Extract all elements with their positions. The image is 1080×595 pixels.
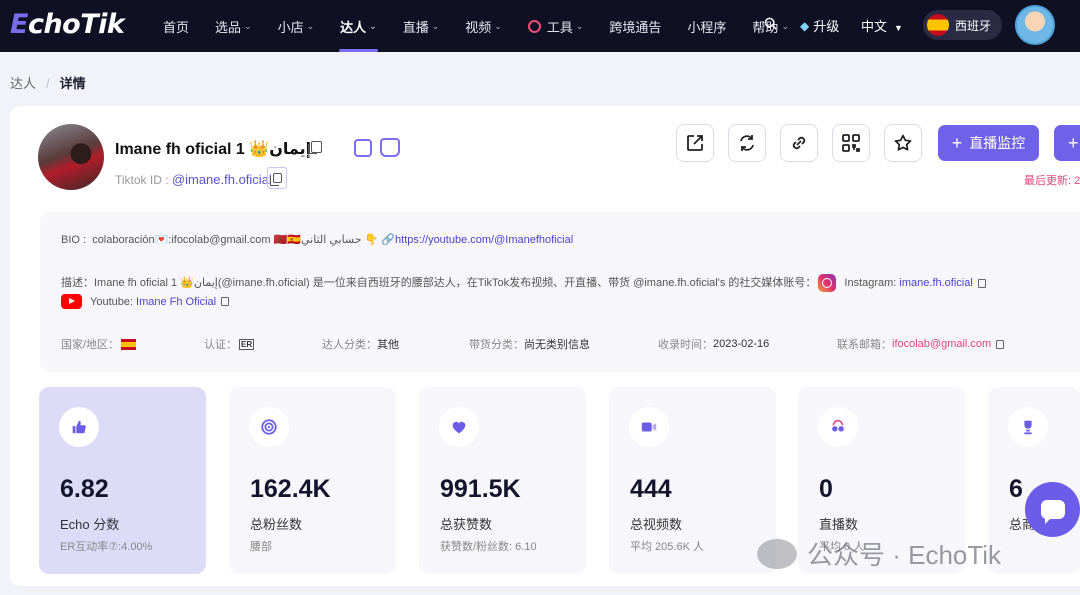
meta-cert: 认证： ER (204, 338, 255, 351)
nav-item-8[interactable]: 小程序 (674, 0, 739, 52)
chevron-down-icon: ⌄ (306, 20, 315, 31)
chat-bubble-icon (1040, 500, 1065, 524)
instagram-link[interactable]: imane.fh.oficial (899, 277, 972, 289)
stat-card-echo-score[interactable]: 6.82 Echo 分数 ER互动率⑦:4.00% (39, 387, 206, 574)
link-icon (792, 136, 806, 150)
nav-item-0[interactable]: 首页 (150, 0, 202, 52)
nav-item-6[interactable]: 工具 ⌄ (515, 0, 597, 52)
nav-item-1[interactable]: 选品 ⌄ (202, 0, 265, 52)
qrcode-icon (842, 134, 860, 152)
youtube-link[interactable]: Imane Fh Oficial (136, 296, 216, 308)
creator-avatar (38, 124, 104, 190)
qrcode-button[interactable] (832, 124, 870, 162)
chevron-down-icon: ⌄ (781, 20, 789, 31)
nav-item-2[interactable]: 小店 ⌄ (265, 0, 328, 52)
region-select[interactable]: 西班牙 (923, 10, 1002, 40)
breadcrumb-parent[interactable]: 达人 (10, 76, 36, 91)
breadcrumb: 达人 / 详情 (10, 76, 86, 91)
watermark: 公众号 · EchoTik (757, 535, 1001, 572)
meta-collected: 收录时间： 2023-02-16 (658, 338, 770, 351)
top-nav-bar: EchoTik 首页 选品 ⌄ 小店 ⌄ 达人 ⌄ 直播 ⌄ 视频 ⌄ 工具 ⌄ 跨境通告 小程序 帮助 ⌄ ◆… (0, 0, 1080, 52)
echotik-logo[interactable]: EchoTik (10, 9, 125, 40)
breadcrumb-current: 详情 (59, 76, 86, 91)
copy-icon[interactable] (996, 339, 1005, 349)
meta-region: 国家/地区： (61, 336, 137, 352)
spain-flag-icon (927, 14, 949, 36)
youtube-row: Youtube: Imane Fh Oficial (61, 294, 230, 309)
bio-link[interactable]: https://youtube.com/@Imanefhoficial (395, 234, 573, 246)
youtube-icon (61, 294, 82, 309)
gift-icon[interactable] (380, 138, 400, 157)
stat-card-likes[interactable]: 991.5K 总获赞数 获赞数/粉丝数: 6.10 (419, 387, 586, 574)
trophy-icon (1024, 420, 1032, 435)
add-button[interactable]: + (1054, 125, 1080, 161)
video-icon (641, 422, 657, 432)
diamond-icon: ◆ (800, 18, 810, 33)
meta-goods: 带货分类： 尚无类别信息 (469, 339, 590, 351)
stat-card-products[interactable]: 6 总商 (988, 387, 1080, 574)
copy-icon[interactable] (221, 297, 230, 306)
live-monitor-button[interactable]: + 直播监控 (938, 125, 1039, 161)
description: 描述：Imane fh oficial 1 👑إيمان(@imane.fh.o… (61, 274, 986, 293)
chevron-down-icon: ⌄ (369, 20, 377, 31)
plus-icon: + (951, 132, 963, 153)
chevron-down-icon: ⌄ (494, 20, 502, 31)
nav-item-4[interactable]: 直播 ⌄ (390, 0, 453, 52)
tiktok-id: Tiktok ID : @imane.fh.oficial (115, 172, 272, 187)
tiktok-handle[interactable]: @imane.fh.oficial (172, 172, 272, 187)
nav-item-5[interactable]: 视频 ⌄ (452, 0, 515, 52)
shop-icon[interactable] (354, 139, 372, 157)
copy-icon (269, 173, 282, 186)
copy-name-icon[interactable] (308, 141, 322, 154)
meta-category: 达人分类： 其他 (322, 339, 399, 351)
caret-down-icon: ▼ (894, 23, 903, 33)
nav-item-3[interactable]: 达人 ⌄ (327, 0, 390, 52)
wechat-icon (757, 538, 797, 569)
last-update: 最后更新: 20 (1024, 175, 1080, 187)
favorite-button[interactable] (884, 124, 922, 162)
link-button[interactable] (780, 124, 818, 162)
upgrade-button[interactable]: ◆ 升级 (800, 16, 839, 35)
spain-flag-icon (121, 338, 137, 350)
thumbs-up-icon (72, 420, 86, 434)
creator-name: Imane fh oficial 1 👑إيمان (115, 141, 312, 158)
main-nav: 首页 选品 ⌄ 小店 ⌄ 达人 ⌄ 直播 ⌄ 视频 ⌄ 工具 ⌄ 跨境通告 小程序 帮助 ⌄ (150, 0, 802, 52)
bio: BIO : colaboración💌:ifocolab@gmail.com 🇲… (61, 234, 574, 246)
target-icon (261, 419, 277, 435)
chevron-down-icon: ⌄ (575, 20, 584, 31)
refresh-icon (740, 135, 754, 151)
share-button[interactable] (676, 124, 714, 162)
external-link-icon (687, 135, 703, 151)
meta-email: 联系邮箱： ifocolab@gmail.com (837, 336, 1005, 352)
nav-item-7[interactable]: 跨境通告 (596, 0, 674, 52)
copy-id-button[interactable] (267, 167, 287, 189)
search-icon[interactable] (764, 17, 777, 30)
chevron-down-icon: ⌄ (244, 20, 252, 31)
live-icon (832, 419, 844, 432)
chat-button[interactable] (1025, 482, 1080, 537)
plus-icon: + (1068, 132, 1079, 153)
refresh-button[interactable] (728, 124, 766, 162)
stat-card-videos[interactable]: 444 总视频数 平均 205.6K 人 (609, 387, 776, 574)
star-icon (894, 134, 912, 151)
heart-icon (452, 421, 466, 434)
language-select[interactable]: 中文 ▼ (861, 16, 903, 35)
openai-icon (527, 19, 541, 33)
user-avatar[interactable] (1015, 5, 1055, 45)
chevron-down-icon: ⌄ (431, 20, 440, 31)
copy-icon[interactable] (977, 278, 986, 288)
instagram-icon (818, 274, 837, 293)
stat-card-followers[interactable]: 162.4K 总粉丝数 腰部 (229, 387, 396, 574)
er-badge: ER (239, 338, 255, 350)
email-link[interactable]: ifocolab@gmail.com (892, 338, 991, 350)
